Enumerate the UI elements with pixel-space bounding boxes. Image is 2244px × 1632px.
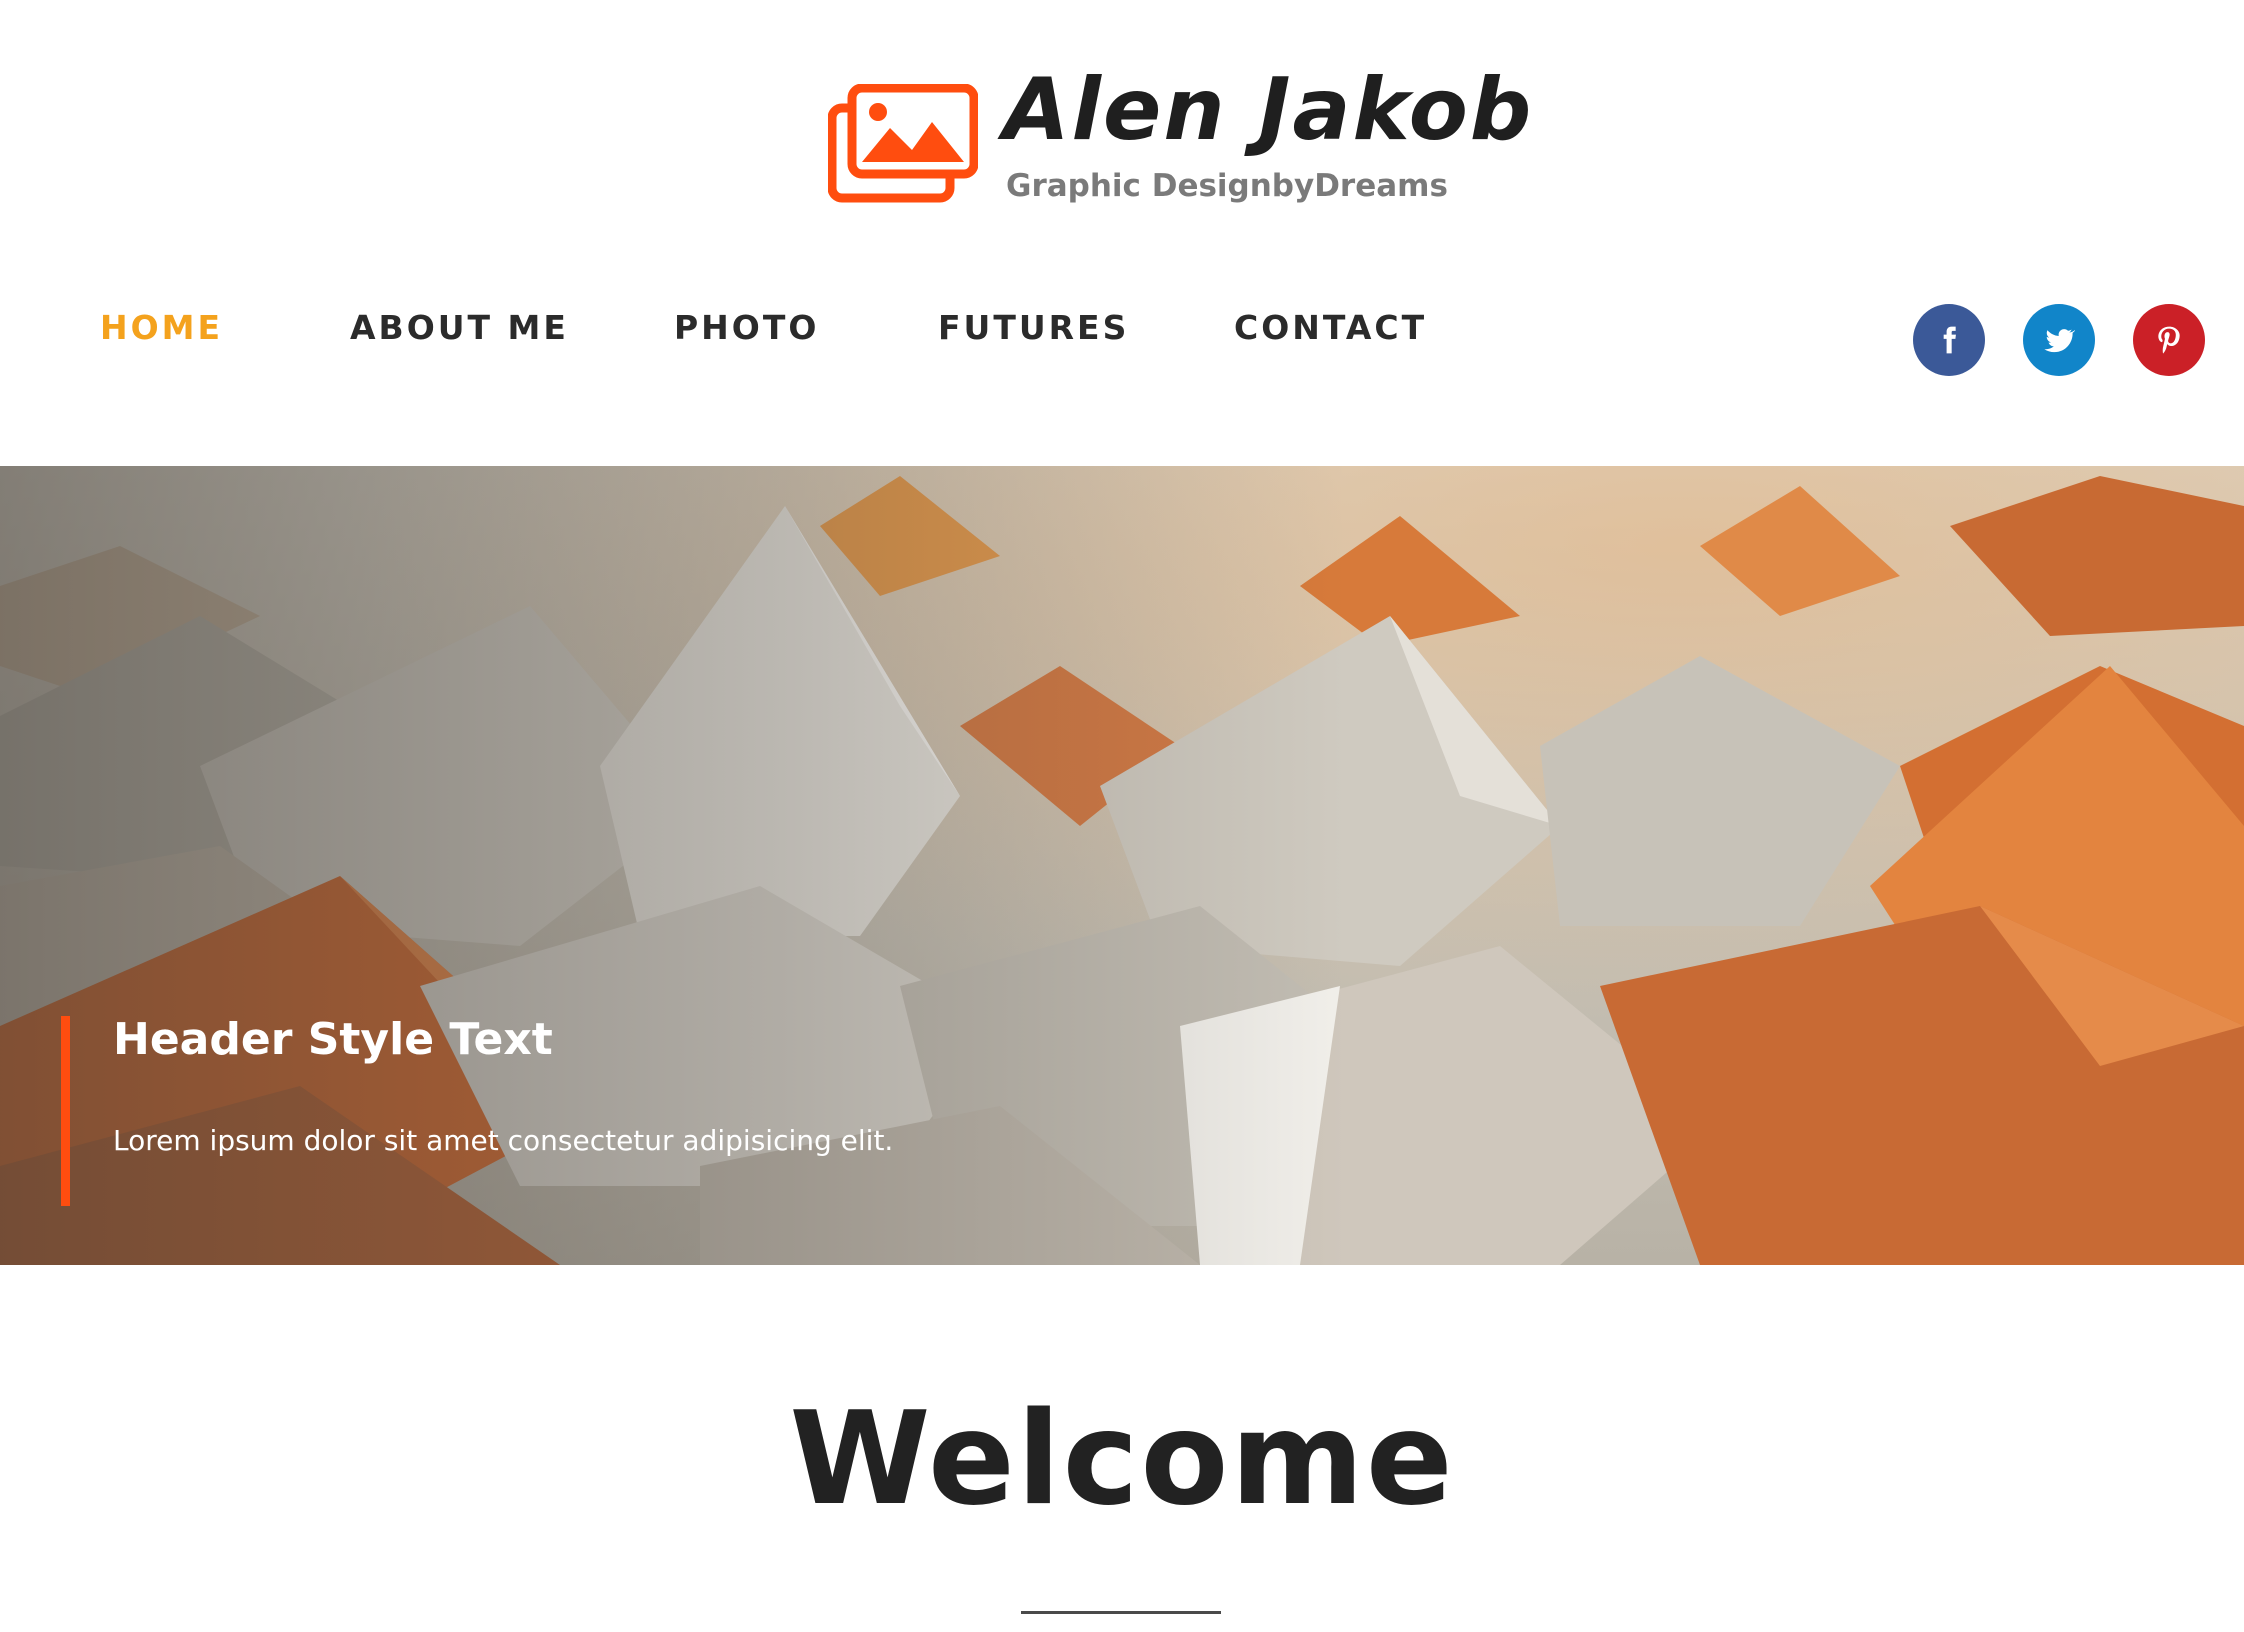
welcome-divider [1021,1611,1221,1614]
brand-name: Alen Jakob [1003,60,1534,160]
nav-item-photo[interactable]: PHOTO [674,308,819,347]
pinterest-icon [2158,326,2180,354]
facebook-button[interactable] [1913,304,1985,376]
nav-item-about-me[interactable]: ABOUT ME [350,308,569,347]
pinterest-button[interactable] [2133,304,2205,376]
main-nav: HOME ABOUT ME PHOTO FUTURES CONTACT [0,308,1500,368]
hero-banner: Header Style Text Lorem ipsum dolor sit … [0,466,2244,1265]
twitter-button[interactable] [2023,304,2095,376]
facebook-icon [1943,326,1956,354]
hero-text: Lorem ipsum dolor sit amet consectetur a… [113,1124,894,1157]
caption-accent-bar [61,1016,70,1206]
hero-title: Header Style Text [113,1014,553,1065]
image-gallery-icon [828,84,978,203]
welcome-heading: Welcome [789,1385,1455,1534]
nav-item-futures[interactable]: FUTURES [938,308,1129,347]
brand-tagline: Graphic DesignbyDreams [1006,168,1448,204]
twitter-icon [2044,329,2075,353]
nav-item-contact[interactable]: CONTACT [1234,308,1427,347]
nav-item-home[interactable]: HOME [100,308,223,347]
site-logo[interactable]: Alen Jakob Graphic DesignbyDreams [828,60,1531,214]
